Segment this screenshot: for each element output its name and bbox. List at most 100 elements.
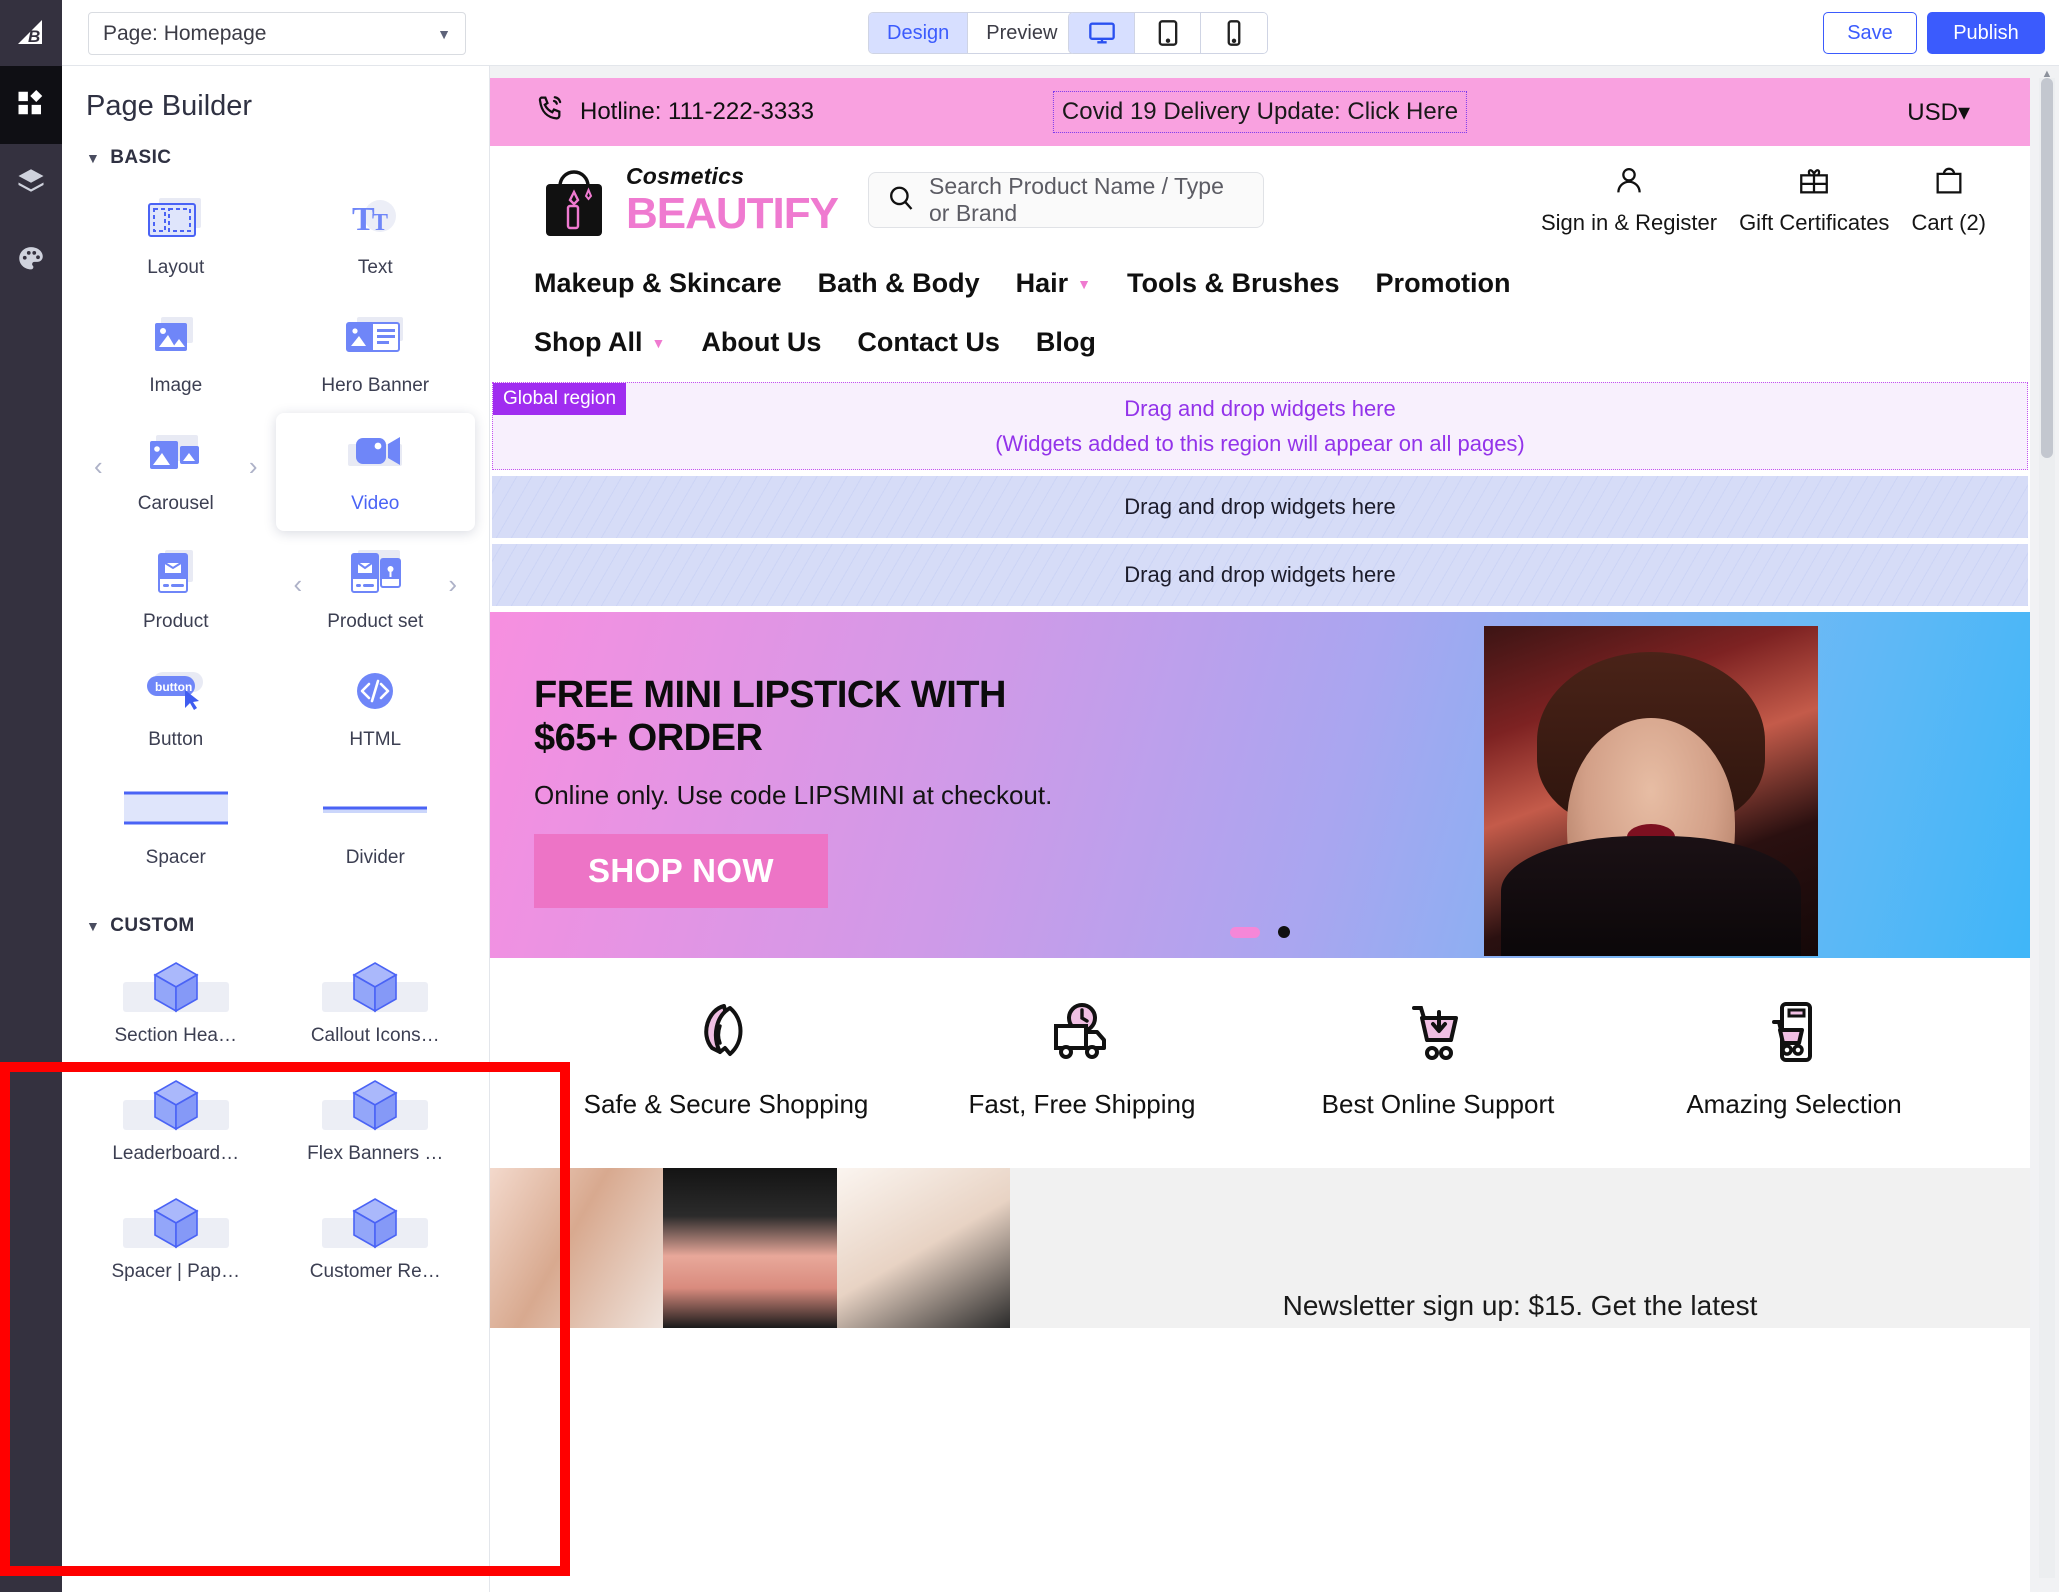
action-label: Gift Certificates <box>1739 210 1890 235</box>
widget-text[interactable]: T T Text <box>276 177 476 295</box>
widget-button[interactable]: button Button <box>76 649 276 767</box>
action-label: Cart (2) <box>1911 210 1986 235</box>
tablet-icon[interactable] <box>1135 13 1201 53</box>
layers-icon <box>16 166 46 201</box>
bigcommerce-logo-icon[interactable]: B <box>0 0 62 66</box>
page-selector[interactable]: Page: Homepage ▼ <box>88 12 466 55</box>
global-region[interactable]: Global region Drag and drop widgets here… <box>492 382 2028 470</box>
text-icon: T T <box>346 193 404 245</box>
widget-label: Hero Banner <box>321 375 430 396</box>
rail-item-widgets[interactable] <box>0 66 62 144</box>
widget-hero-banner[interactable]: Hero Banner <box>276 295 476 413</box>
chevron-right-icon[interactable]: › <box>249 451 258 482</box>
mobile-cart-icon <box>1758 996 1830 1073</box>
widget-label: Text <box>357 257 393 278</box>
nav-item-about-us[interactable]: About Us <box>701 319 821 372</box>
carousel-pagination[interactable] <box>1230 926 1290 938</box>
shield-rocket-icon <box>690 996 762 1073</box>
nav-item-hair[interactable]: Hair ▼ <box>1016 260 1091 313</box>
group-header-custom[interactable]: ▼ CUSTOM <box>62 885 489 941</box>
nav-item-makeup-skincare[interactable]: Makeup & Skincare <box>534 260 782 313</box>
tab-preview[interactable]: Preview <box>968 13 1076 53</box>
widget-spacer[interactable]: Spacer <box>76 767 276 885</box>
search-input[interactable]: Search Product Name / Type or Brand <box>868 172 1264 228</box>
dropzone-1[interactable]: Drag and drop widgets here <box>492 476 2028 538</box>
scrollbar-thumb[interactable] <box>2041 78 2053 458</box>
carousel-dot-1-active[interactable] <box>1230 926 1260 938</box>
widget-divider[interactable]: Divider <box>276 767 476 885</box>
widget-customer-reviews[interactable]: Customer Re… <box>276 1181 476 1299</box>
widget-carousel[interactable]: ‹ › Carousel <box>76 413 276 531</box>
nav-item-promotion[interactable]: Promotion <box>1376 260 1511 313</box>
widget-leaderboard[interactable]: Leaderboard… <box>76 1063 276 1181</box>
benefit-item[interactable]: Safe & Secure Shopping <box>548 996 904 1120</box>
widgets-grid-icon <box>16 88 46 123</box>
chevron-left-icon[interactable]: ‹ <box>294 569 303 600</box>
search-placeholder: Search Product Name / Type or Brand <box>929 173 1224 226</box>
benefit-item[interactable]: Fast, Free Shipping <box>904 996 1260 1120</box>
nav-item-blog[interactable]: Blog <box>1036 319 1096 372</box>
covid-notice-link[interactable]: Covid 19 Delivery Update: Click Here <box>1052 91 1468 133</box>
page-title: Page Builder <box>86 90 253 122</box>
action-label: Sign in & Register <box>1540 210 1718 235</box>
widget-video[interactable]: Video <box>275 413 475 531</box>
mobile-icon[interactable] <box>1201 13 1267 53</box>
widget-html[interactable]: HTML <box>276 649 476 767</box>
hotline-bar: Hotline: 111-222-3333 Covid 19 Delivery … <box>490 78 2030 146</box>
benefit-label: Best Online Support <box>1321 1089 1555 1119</box>
chevron-down-icon: ▼ <box>651 334 666 351</box>
group-header-basic[interactable]: ▼ BASIC <box>62 123 489 173</box>
cube-icon <box>122 961 229 1013</box>
widget-label: Product set <box>327 611 424 632</box>
widget-image[interactable]: Image <box>76 295 276 413</box>
nav-item-tools-brushes[interactable]: Tools & Brushes <box>1127 260 1340 313</box>
left-rail <box>0 66 62 1592</box>
rail-item-layers[interactable] <box>0 144 62 222</box>
nav-item-bath-body[interactable]: Bath & Body <box>818 260 980 313</box>
benefit-label: Safe & Secure Shopping <box>583 1089 869 1119</box>
canvas-scrollbar[interactable]: ▲ <box>2039 68 2055 1578</box>
widget-spacer-paper[interactable]: Spacer | Pap… <box>76 1181 276 1299</box>
currency-value: USD <box>1907 98 1958 126</box>
nav-label: Promotion <box>1375 268 1511 298</box>
rail-item-theme[interactable] <box>0 222 62 300</box>
save-button[interactable]: Save <box>1823 12 1917 54</box>
html-code-icon <box>350 665 400 717</box>
nav-label: Hair <box>1015 268 1069 298</box>
benefit-item[interactable]: Amazing Selection <box>1616 996 1972 1120</box>
widget-callout-icons[interactable]: Callout Icons… <box>276 945 476 1063</box>
widget-flex-banners[interactable]: Flex Banners … <box>276 1063 476 1181</box>
desktop-icon[interactable] <box>1069 13 1135 53</box>
cart-link[interactable]: Cart (2) <box>1911 164 1986 236</box>
gift-certificates-link[interactable]: Gift Certificates <box>1739 164 1889 236</box>
widget-label: Customer Re… <box>309 1261 441 1282</box>
chevron-left-icon[interactable]: ‹ <box>94 451 103 482</box>
video-icon <box>340 429 410 481</box>
hero-banner[interactable]: FREE MINI LIPSTICK WITH $65+ ORDER Onlin… <box>490 612 2030 958</box>
widget-label: Flex Banners … <box>307 1143 444 1164</box>
widget-label: Section Hea… <box>114 1025 237 1046</box>
benefits-row: Safe & Secure Shopping Fast, Free Shippi… <box>490 958 2030 1158</box>
nav-item-shop-all[interactable]: Shop All ▼ <box>534 319 665 372</box>
user-icon <box>1612 164 1646 204</box>
carousel-dot-2[interactable] <box>1278 926 1290 938</box>
newsletter-image-part <box>663 1168 837 1328</box>
sign-in-register-link[interactable]: Sign in & Register <box>1541 164 1717 236</box>
nav-item-contact-us[interactable]: Contact Us <box>857 319 1000 372</box>
widget-product[interactable]: Product <box>76 531 276 649</box>
publish-button[interactable]: Publish <box>1927 12 2045 54</box>
widget-product-set[interactable]: ‹ › Product set <box>276 531 476 649</box>
widget-layout[interactable]: Layout <box>76 177 276 295</box>
tab-design[interactable]: Design <box>869 13 969 53</box>
widget-section-header[interactable]: Section Hea… <box>76 945 276 1063</box>
currency-selector[interactable]: USD▾ <box>1907 98 1970 127</box>
shop-now-button[interactable]: SHOP NOW <box>534 834 828 908</box>
brand-logo[interactable]: Cosmetics BEAUTIFY <box>534 156 839 245</box>
cube-icon <box>122 1197 229 1249</box>
product-set-icon <box>340 547 410 599</box>
dropzone-2[interactable]: Drag and drop widgets here <box>492 544 2028 606</box>
benefit-item[interactable]: Best Online Support <box>1260 996 1616 1120</box>
cube-icon <box>322 961 429 1013</box>
dropzone-label: Drag and drop widgets here <box>1124 494 1396 519</box>
chevron-right-icon[interactable]: › <box>448 569 457 600</box>
